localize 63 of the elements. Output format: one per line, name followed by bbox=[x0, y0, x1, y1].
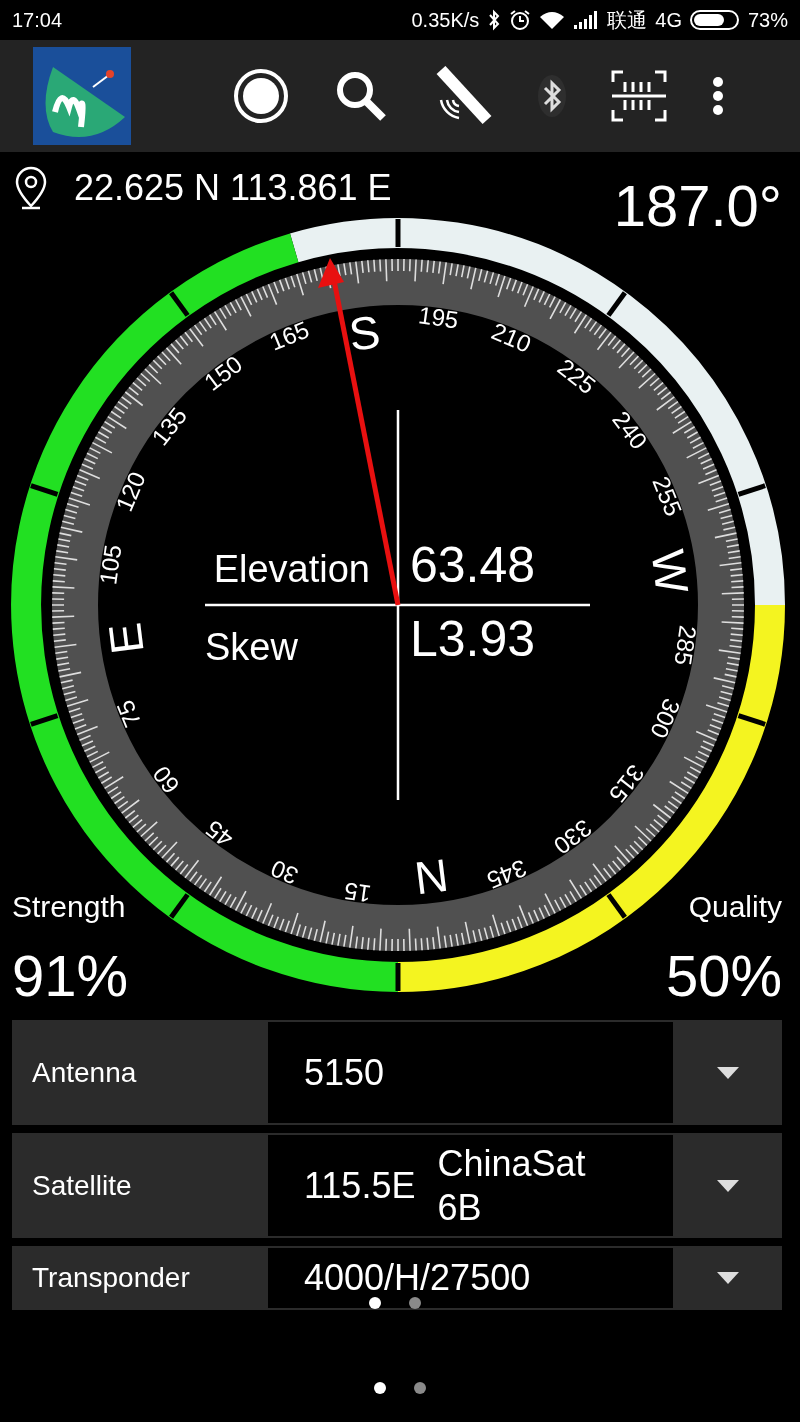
wifi-icon bbox=[539, 10, 566, 30]
dropdown-caret-icon[interactable] bbox=[716, 1066, 739, 1079]
degree-label: 195 bbox=[416, 301, 461, 334]
degree-label: 210 bbox=[487, 317, 536, 358]
degree-label: 165 bbox=[265, 315, 313, 356]
page-dot[interactable] bbox=[414, 1382, 426, 1394]
degree-label: 150 bbox=[199, 350, 248, 396]
cardinal-label: S bbox=[346, 305, 383, 361]
degree-label: 345 bbox=[483, 854, 531, 895]
bluetooth-icon[interactable] bbox=[537, 74, 567, 118]
degree-label: 330 bbox=[548, 814, 597, 860]
degree-label: 45 bbox=[200, 815, 238, 853]
battery-icon bbox=[689, 9, 740, 31]
elevation-label: Elevation bbox=[213, 548, 370, 590]
strength-value: 91% bbox=[12, 942, 129, 1009]
degree-label: 315 bbox=[603, 759, 650, 808]
location-pin-icon bbox=[14, 166, 48, 210]
quality-label: Quality bbox=[688, 890, 782, 924]
setting-label: Satellite bbox=[31, 1168, 133, 1203]
cardinal-label: N bbox=[411, 849, 452, 905]
skew-value: L3.93 bbox=[410, 611, 536, 667]
battery-percent: 73% bbox=[747, 8, 788, 32]
setting-label: Antenna bbox=[31, 1055, 138, 1090]
record-icon[interactable] bbox=[233, 68, 289, 124]
network-speed: 0.35K/s bbox=[411, 8, 480, 32]
degree-label: 255 bbox=[647, 472, 688, 520]
page-dot[interactable] bbox=[374, 1382, 386, 1394]
heading-value: 187.0° bbox=[613, 172, 782, 239]
barcode-icon[interactable] bbox=[611, 70, 667, 122]
strength-label: Strength bbox=[12, 890, 126, 924]
dropdown-caret-icon[interactable] bbox=[716, 1179, 739, 1192]
coordinates-text: 22.625 N 113.861 E bbox=[74, 167, 392, 209]
more-icon[interactable] bbox=[711, 76, 725, 116]
degree-label: 135 bbox=[146, 402, 193, 451]
degree-label: 300 bbox=[645, 694, 686, 743]
carrier-name: 联通 bbox=[607, 7, 648, 33]
degree-label: 30 bbox=[266, 854, 303, 891]
degree-label: 105 bbox=[94, 542, 127, 587]
setting-dropdown[interactable]: 5150 bbox=[268, 1022, 673, 1123]
dropdown-caret-icon[interactable] bbox=[716, 1272, 739, 1284]
cardinal-label: E bbox=[98, 620, 154, 657]
satellite-name: ChinaSat 6B bbox=[437, 1141, 587, 1230]
signal-icon bbox=[573, 11, 600, 29]
setting-dropdown[interactable]: 4000/H/27500 bbox=[268, 1248, 673, 1308]
setting-label: Transponder bbox=[31, 1261, 191, 1295]
skew-label: Skew bbox=[205, 626, 298, 668]
network-type: 4G bbox=[655, 8, 682, 32]
setting-value: 5150 bbox=[304, 1054, 385, 1091]
clock-time: 17:04 bbox=[12, 8, 63, 32]
degree-label: 15 bbox=[342, 877, 373, 908]
quality-value: 50% bbox=[665, 942, 782, 1009]
bluetooth-icon bbox=[487, 9, 502, 31]
alarm-icon bbox=[509, 9, 532, 31]
degree-label: 120 bbox=[110, 467, 151, 516]
setting-value: 4000/H/27500 bbox=[304, 1260, 531, 1296]
elevation-value: 63.48 bbox=[410, 537, 536, 593]
degree-label: 75 bbox=[111, 696, 147, 732]
degree-label: 225 bbox=[552, 353, 601, 400]
degree-label: 240 bbox=[607, 406, 653, 455]
degree-label: 60 bbox=[147, 761, 185, 799]
setting-value: 115.5E bbox=[304, 1167, 416, 1204]
cardinal-label: W bbox=[641, 546, 699, 597]
degree-label: 285 bbox=[669, 623, 702, 668]
